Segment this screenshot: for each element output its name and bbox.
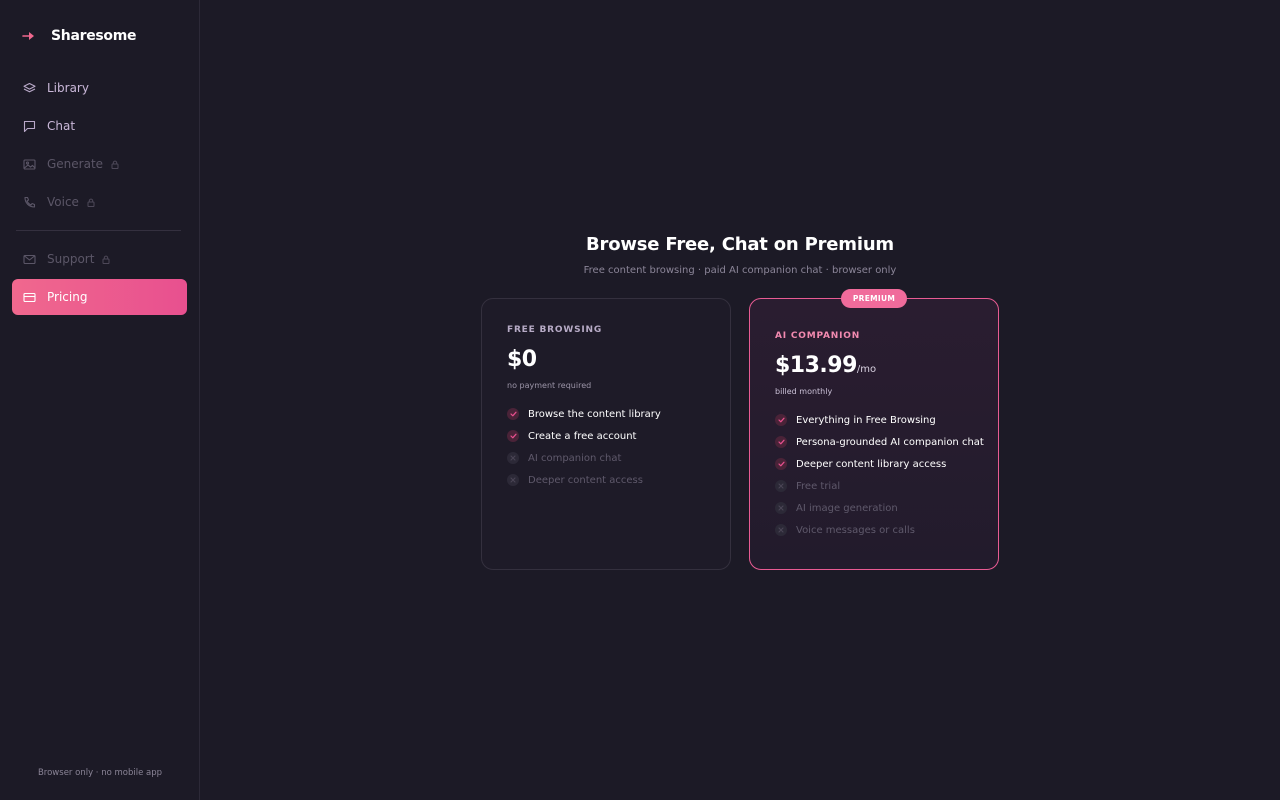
feature-item: Browse the content library bbox=[507, 403, 661, 425]
arrow-right-icon bbox=[22, 29, 36, 43]
feature-list: Everything in Free Browsing Persona-grou… bbox=[775, 409, 984, 541]
x-icon bbox=[775, 480, 787, 492]
x-icon bbox=[775, 524, 787, 536]
chat-icon bbox=[23, 120, 36, 133]
feature-item: Everything in Free Browsing bbox=[775, 409, 984, 431]
plan-price-note: billed monthly bbox=[775, 387, 833, 396]
plan-price-unit: /mo bbox=[856, 364, 877, 375]
sidebar-item-label: Pricing bbox=[47, 290, 88, 304]
x-icon bbox=[507, 474, 519, 486]
feature-list: Browse the content library Create a free… bbox=[507, 403, 661, 491]
plan-name: FREE BROWSING bbox=[507, 325, 603, 335]
feature-item: Free trial bbox=[775, 475, 984, 497]
sidebar-item-voice[interactable]: Voice bbox=[12, 184, 187, 220]
sidebar-item-label: Generate bbox=[47, 157, 104, 171]
premium-badge: PREMIUM bbox=[841, 289, 907, 308]
check-icon bbox=[507, 430, 519, 442]
check-icon bbox=[775, 458, 787, 470]
sidebar-divider bbox=[16, 230, 181, 231]
feature-item: Deeper content library access bbox=[775, 453, 984, 475]
sidebar-item-label: Support bbox=[47, 252, 95, 266]
check-icon bbox=[775, 414, 787, 426]
feature-item: Persona-grounded AI companion chat bbox=[775, 431, 984, 453]
feature-item: Create a free account bbox=[507, 425, 661, 447]
page-subtitle: Free content browsing · paid AI companio… bbox=[583, 265, 897, 276]
plan-card-premium[interactable]: AI COMPANION $13.99/mo billed monthly Ev… bbox=[749, 298, 999, 570]
feature-item: AI image generation bbox=[775, 497, 984, 519]
brand-name: Sharesome bbox=[51, 28, 137, 44]
sidebar: Sharesome Library Chat Generate Voice Su… bbox=[0, 0, 200, 800]
page-title: Browse Free, Chat on Premium bbox=[586, 234, 894, 255]
feature-item: Voice messages or calls bbox=[775, 519, 984, 541]
sidebar-item-pricing[interactable]: Pricing bbox=[12, 279, 187, 315]
brand[interactable]: Sharesome bbox=[22, 26, 137, 46]
feature-item: Deeper content access bbox=[507, 469, 661, 491]
sidebar-item-chat[interactable]: Chat bbox=[12, 108, 187, 144]
lock-icon bbox=[111, 160, 119, 169]
layers-icon bbox=[23, 82, 36, 95]
plan-card-free[interactable]: FREE BROWSING $0 no payment required Bro… bbox=[481, 298, 731, 570]
plan-name: AI COMPANION bbox=[775, 331, 861, 341]
x-icon bbox=[507, 452, 519, 464]
feature-item: AI companion chat bbox=[507, 447, 661, 469]
sidebar-item-label: Library bbox=[47, 81, 89, 95]
plan-price-note: no payment required bbox=[507, 381, 592, 390]
sidebar-item-library[interactable]: Library bbox=[12, 70, 187, 106]
phone-icon bbox=[23, 196, 36, 209]
check-icon bbox=[775, 436, 787, 448]
check-icon bbox=[507, 408, 519, 420]
sidebar-item-label: Voice bbox=[47, 195, 79, 209]
image-icon bbox=[23, 158, 36, 171]
mail-icon bbox=[23, 253, 36, 266]
card-icon bbox=[23, 291, 36, 304]
sidebar-item-generate[interactable]: Generate bbox=[12, 146, 187, 182]
sidebar-item-label: Chat bbox=[47, 119, 76, 133]
x-icon bbox=[775, 502, 787, 514]
plan-price: $0 bbox=[507, 347, 537, 372]
sidebar-footer-note: Browser only · no mobile app bbox=[37, 768, 163, 778]
sidebar-item-support[interactable]: Support bbox=[12, 241, 187, 277]
lock-icon bbox=[87, 198, 95, 207]
plan-price: $13.99/mo bbox=[775, 353, 877, 378]
lock-icon bbox=[102, 255, 110, 264]
